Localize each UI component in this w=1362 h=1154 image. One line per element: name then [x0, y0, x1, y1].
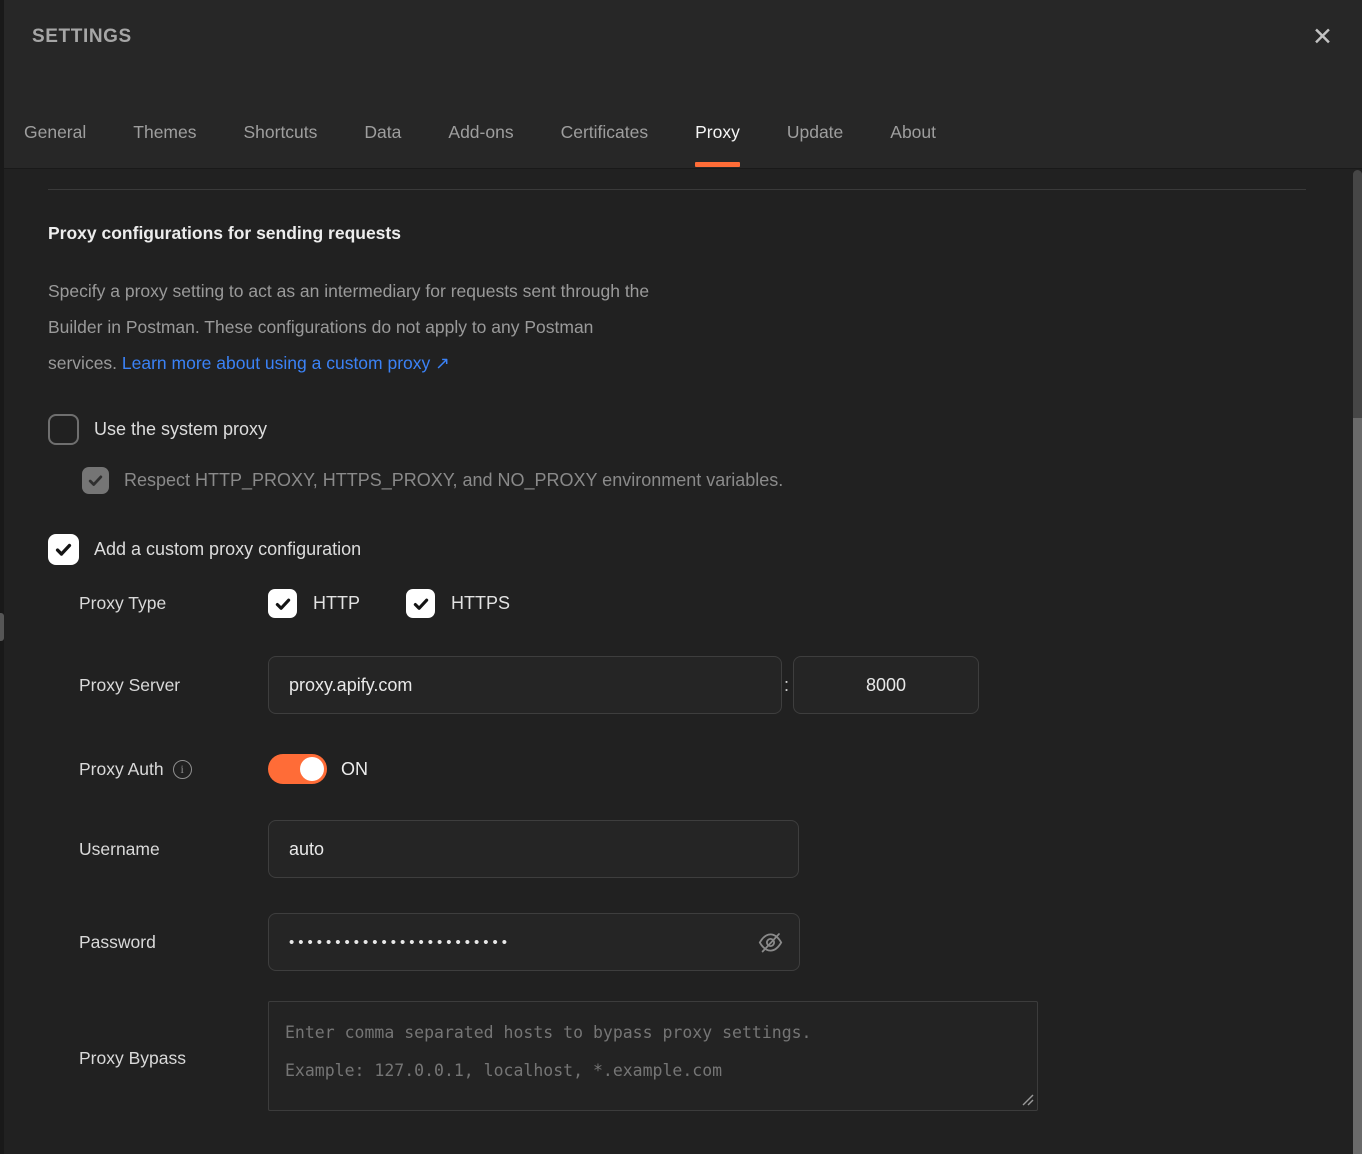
respect-env-vars-option: Respect HTTP_PROXY, HTTPS_PROXY, and NO_…: [82, 467, 1362, 494]
check-icon: [54, 540, 73, 559]
tab-general[interactable]: General: [24, 122, 86, 143]
tab-themes[interactable]: Themes: [133, 122, 196, 143]
use-system-proxy-label: Use the system proxy: [94, 419, 267, 440]
learn-more-link[interactable]: Learn more about using a custom proxy: [122, 353, 430, 373]
username-input[interactable]: [268, 820, 799, 878]
toggle-state-label: ON: [341, 759, 368, 780]
section-description: Specify a proxy setting to act as an int…: [48, 273, 948, 381]
host-port-separator: :: [784, 675, 789, 696]
scrollbar-thumb[interactable]: [1353, 418, 1362, 1154]
proxy-auth-row: Proxy Auth i ON: [79, 754, 1362, 784]
proxy-auth-toggle[interactable]: [268, 754, 327, 784]
tab-update[interactable]: Update: [787, 122, 843, 143]
https-checkbox[interactable]: [406, 589, 435, 618]
username-row: Username: [79, 820, 1362, 878]
scrollbar-track[interactable]: [1353, 170, 1362, 418]
respect-env-vars-checkbox: [82, 467, 109, 494]
toggle-knob: [300, 757, 324, 781]
proxy-server-label: Proxy Server: [79, 675, 268, 696]
app-left-edge-notch: [0, 613, 4, 641]
close-icon[interactable]: ✕: [1308, 23, 1337, 52]
use-system-proxy-option: Use the system proxy: [48, 414, 1362, 445]
check-icon: [274, 595, 292, 613]
use-system-proxy-checkbox[interactable]: [48, 414, 79, 445]
resize-handle-icon[interactable]: [1021, 1093, 1034, 1111]
eye-off-icon[interactable]: [756, 928, 784, 956]
check-icon: [412, 595, 430, 613]
tab-add-ons[interactable]: Add-ons: [448, 122, 513, 143]
proxy-type-row: Proxy Type HTTP HTTPS: [79, 589, 1362, 618]
proxy-bypass-row: Proxy Bypass: [79, 1001, 1362, 1116]
tab-about[interactable]: About: [890, 122, 936, 143]
username-label: Username: [79, 839, 268, 860]
proxy-type-http-option[interactable]: HTTP: [268, 589, 360, 618]
respect-env-vars-label: Respect HTTP_PROXY, HTTPS_PROXY, and NO_…: [124, 470, 783, 491]
password-input[interactable]: [268, 913, 800, 971]
password-row: Password: [79, 913, 1362, 971]
external-link-arrow-icon[interactable]: ↗: [435, 353, 450, 373]
http-checkbox[interactable]: [268, 589, 297, 618]
settings-modal-header: SETTINGS ✕: [0, 0, 1362, 84]
vertical-scrollbar: [1353, 170, 1362, 1154]
description-line-1: Specify a proxy setting to act as an int…: [48, 281, 649, 301]
proxy-type-label: Proxy Type: [79, 593, 268, 614]
custom-proxy-option: Add a custom proxy configuration: [48, 534, 1362, 565]
proxy-host-input[interactable]: [268, 656, 782, 714]
proxy-bypass-input[interactable]: [268, 1001, 1038, 1111]
tab-data[interactable]: Data: [364, 122, 401, 143]
tab-proxy[interactable]: Proxy: [695, 122, 740, 143]
proxy-auth-label-text: Proxy Auth: [79, 759, 164, 780]
section-divider: [48, 189, 1306, 190]
proxy-server-row: Proxy Server :: [79, 656, 1362, 714]
custom-proxy-label: Add a custom proxy configuration: [94, 539, 361, 560]
proxy-settings-panel: Proxy configurations for sending request…: [0, 189, 1362, 1116]
proxy-auth-label: Proxy Auth i: [79, 759, 268, 780]
password-label: Password: [79, 932, 268, 953]
check-icon: [87, 472, 104, 489]
password-field-wrapper: [268, 913, 800, 971]
section-heading: Proxy configurations for sending request…: [48, 223, 1362, 244]
app-left-edge: [0, 0, 4, 1154]
proxy-port-input[interactable]: [793, 656, 979, 714]
proxy-bypass-label: Proxy Bypass: [79, 1048, 268, 1069]
http-label: HTTP: [313, 593, 360, 614]
settings-tab-bar: General Themes Shortcuts Data Add-ons Ce…: [0, 84, 1362, 169]
tab-shortcuts[interactable]: Shortcuts: [243, 122, 317, 143]
proxy-bypass-wrapper: [268, 1001, 1038, 1116]
proxy-type-https-option[interactable]: HTTPS: [406, 589, 510, 618]
info-icon[interactable]: i: [173, 760, 192, 779]
description-line-3: services.: [48, 353, 122, 373]
custom-proxy-checkbox[interactable]: [48, 534, 79, 565]
modal-title: SETTINGS: [32, 26, 132, 48]
tab-certificates[interactable]: Certificates: [561, 122, 649, 143]
https-label: HTTPS: [451, 593, 510, 614]
description-line-2: Builder in Postman. These configurations…: [48, 317, 593, 337]
